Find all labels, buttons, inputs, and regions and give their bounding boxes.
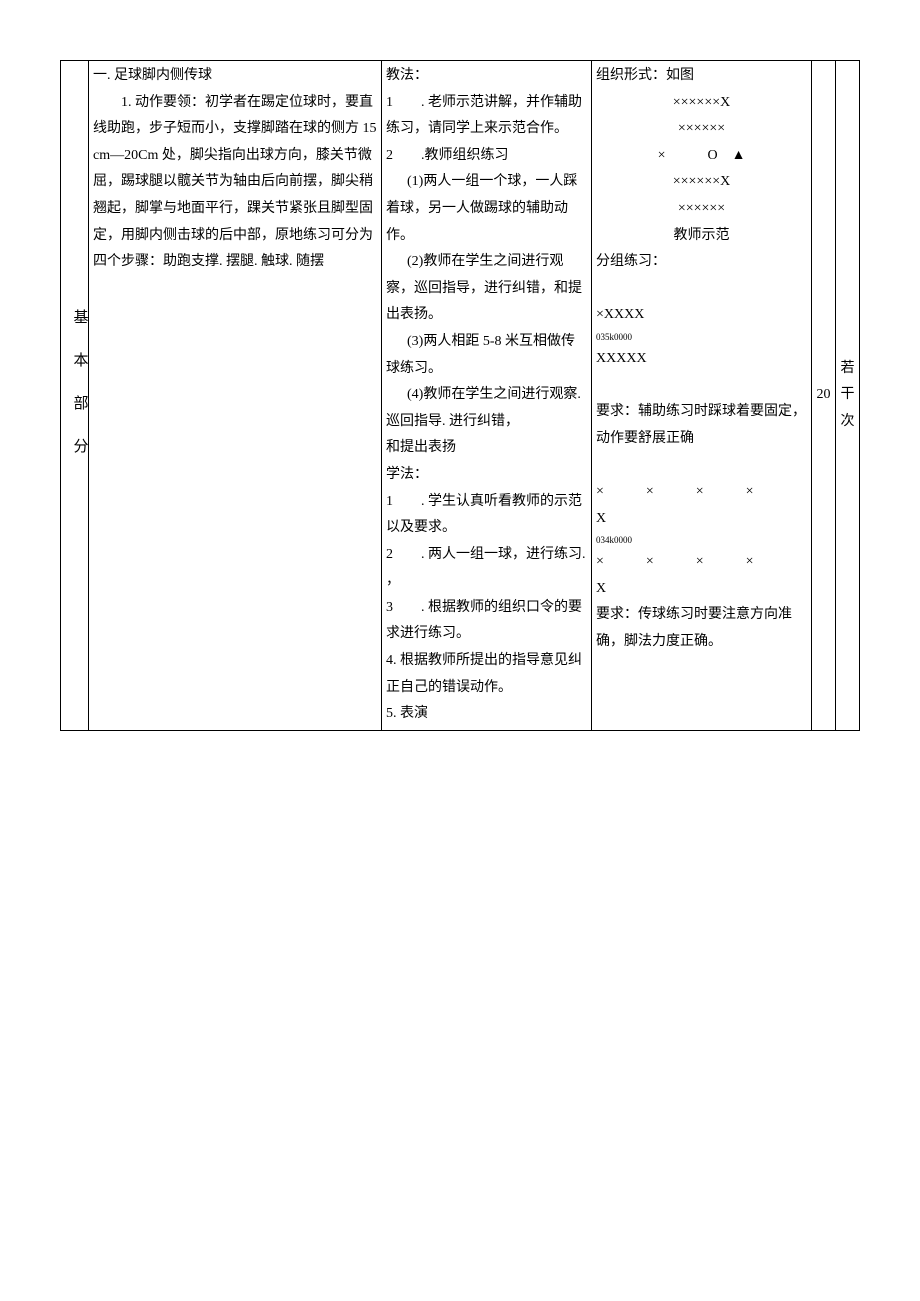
formation-row-4: ××××××X xyxy=(596,169,807,196)
practice-line-1: × × × × X xyxy=(596,479,807,532)
section-label-cell: 基本部分 xyxy=(61,61,89,731)
time-cell: 20 xyxy=(812,61,836,731)
study-item-1: 1 . 学生认真听看教师的示范以及要求。 xyxy=(386,489,587,542)
organization-cell: 组织形式：如图 ××××××X ×××××× × O ▲ ××××××X ×××… xyxy=(592,61,812,731)
teach-item-1: 1 . 老师示范讲解，并作辅助练习，请同学上来示范合作。 xyxy=(386,90,587,143)
content-cell: 一. 足球脚内侧传球 1. 动作要领：初学者在踢定位球时，要直线助跑，步子短而小… xyxy=(89,61,382,731)
content-point: 1. 动作要领：初学者在踢定位球时，要直线助跑，步子短而小，支撑脚踏在球的侧方 … xyxy=(93,90,377,276)
requirement-1: 要求：辅助练习时踩球着要固定，动作要舒展正确 xyxy=(596,399,807,452)
formation-row-2: ×××××× xyxy=(596,116,807,143)
study-item-4: 4. 根据教师所提出的指导意见纠正自己的错误动作。 xyxy=(386,648,587,701)
point-text: 初学者在踢定位球时，要直线助跑，步子短而小，支撑脚踏在球的侧方 15cm—20C… xyxy=(93,95,377,270)
table-row: 基本部分 一. 足球脚内侧传球 1. 动作要领：初学者在踢定位球时，要直线助跑，… xyxy=(61,61,860,731)
study-item-2: 2 . 两人一组一球，进行练习. ， xyxy=(386,542,587,595)
practice-line-2: × × × × X xyxy=(596,549,807,602)
org-header: 组织形式：如图 xyxy=(596,68,694,83)
point-label: 1. 动作要领： xyxy=(121,95,205,110)
teach-sub-1: (1)两人一组一个球，一人踩着球，另一人做踢球的辅助动作。 xyxy=(386,169,587,249)
teacher-demo-label: 教师示范 xyxy=(596,223,807,250)
study-item-3: 3 . 根据教师的组织口令的要求进行练习。 xyxy=(386,595,587,648)
empty-space xyxy=(93,276,377,436)
requirement-2: 要求：传球练习时要注意方向准确，脚法力度正确。 xyxy=(596,602,807,655)
teach-item-2: 2 .教师组织练习 xyxy=(386,143,587,170)
tiny-marker-2: 034k0000 xyxy=(596,532,807,549)
teach-sub-3: (3)两人相距 5-8 米互相做传球练习。 xyxy=(386,329,587,382)
formation-row-1: ××××××X xyxy=(596,90,807,117)
study-header: 学法： xyxy=(386,467,428,482)
lesson-plan-table: 基本部分 一. 足球脚内侧传球 1. 动作要领：初学者在踢定位球时，要直线助跑，… xyxy=(60,60,860,731)
content-title: 一. 足球脚内侧传球 xyxy=(93,68,212,83)
formation-row-5: ×××××× xyxy=(596,196,807,223)
formation-row-3: × O ▲ xyxy=(596,143,807,170)
study-item-5: 5. 表演 xyxy=(386,701,587,728)
group-row-2: XXXXX xyxy=(596,346,807,373)
teach-sub-5: 和提出表扬 xyxy=(386,435,587,462)
time-value: 20 xyxy=(817,387,831,402)
reps-cell: 若干次 xyxy=(836,61,860,731)
group-practice-label: 分组练习： xyxy=(596,249,807,276)
tiny-marker-1: 035k0000 xyxy=(596,329,807,346)
teaching-cell: 教法： 1 . 老师示范讲解，并作辅助练习，请同学上来示范合作。 2 .教师组织… xyxy=(382,61,592,731)
reps-value: 若干次 xyxy=(841,361,855,429)
teaching-header: 教法： xyxy=(386,68,428,83)
section-label: 基本部分 xyxy=(65,309,94,481)
teach-sub-4: (4)教师在学生之间进行观察. 巡回指导. 进行纠错， xyxy=(386,382,587,435)
teach-sub-2: (2)教师在学生之间进行观察，巡回指导，进行纠错，和提出表扬。 xyxy=(386,249,587,329)
group-row-1: ×XXXX xyxy=(596,302,807,329)
